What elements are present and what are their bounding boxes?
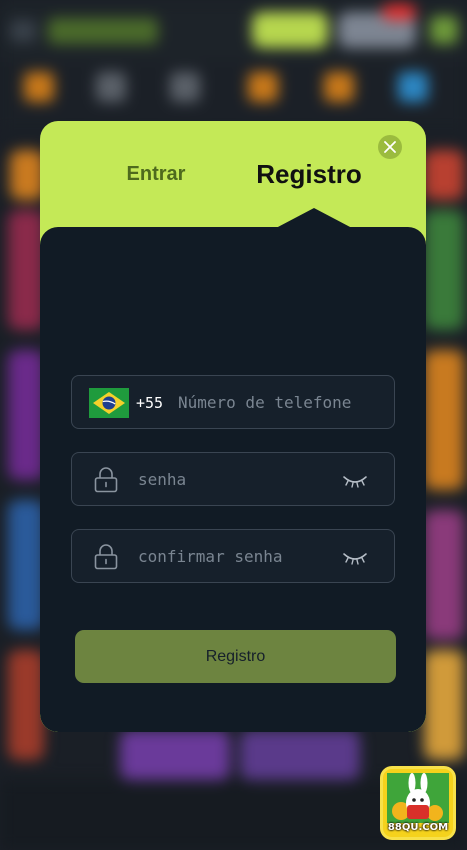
- confirm-password-input[interactable]: [138, 540, 334, 572]
- form-panel: +55 Número de telefone Registro: [40, 227, 426, 732]
- bg-category-icon: [324, 72, 354, 102]
- bg-category-icon: [96, 72, 126, 102]
- eye-closed-icon[interactable]: [342, 548, 368, 566]
- bg-tile: [8, 500, 44, 630]
- bg-tile: [120, 730, 230, 780]
- phone-input[interactable]: [178, 386, 384, 418]
- password-field: [71, 452, 395, 506]
- register-modal: Entrar Registro +55 Número de telefone R…: [40, 121, 426, 732]
- bg-tile: [8, 650, 44, 760]
- bg-category-icon: [170, 72, 200, 102]
- bg-logo: [48, 18, 158, 44]
- bg-tile: [10, 150, 44, 200]
- close-icon: [384, 141, 396, 153]
- bg-category-icon: [398, 72, 428, 102]
- password-input[interactable]: [138, 463, 334, 495]
- app-badge-label: 88QU.COM: [387, 822, 449, 833]
- rabbit-mascot-icon: [387, 773, 449, 823]
- bg-category-icon: [248, 72, 278, 102]
- phone-field: +55: [71, 375, 395, 429]
- bg-tile: [424, 150, 464, 200]
- active-tab-pointer: [276, 208, 352, 228]
- confirm-password-field: [71, 529, 395, 583]
- bg-tile: [424, 210, 464, 330]
- bg-tile: [424, 350, 464, 490]
- register-submit-button[interactable]: Registro: [75, 630, 396, 683]
- bg-category-icon: [24, 72, 54, 102]
- lock-icon: [94, 544, 118, 570]
- bg-login-button: [252, 12, 328, 48]
- bg-tile: [424, 650, 464, 760]
- app-promo-badge[interactable]: 88QU.COM: [380, 766, 456, 840]
- bg-square-icon: [430, 16, 458, 44]
- bg-tile: [8, 210, 44, 330]
- bg-badge: [382, 4, 416, 20]
- bg-menu-icon: [10, 20, 36, 42]
- country-code[interactable]: +55: [136, 394, 163, 412]
- close-button[interactable]: [378, 135, 402, 159]
- lock-icon: [94, 467, 118, 493]
- bg-tile: [424, 510, 464, 640]
- tab-login[interactable]: Entrar: [100, 121, 212, 227]
- bg-tile: [240, 730, 360, 780]
- brazil-flag-icon[interactable]: [89, 388, 129, 418]
- eye-closed-icon[interactable]: [342, 471, 368, 489]
- bg-tile: [8, 350, 44, 480]
